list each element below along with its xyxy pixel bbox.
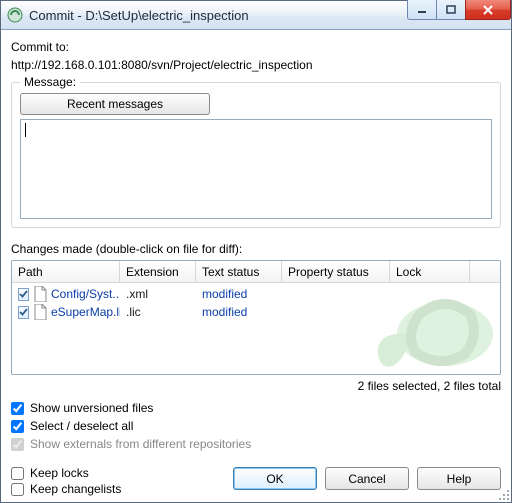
file-icon (33, 286, 47, 302)
text-caret (25, 123, 26, 137)
column-lock[interactable]: Lock (390, 261, 470, 282)
ok-button[interactable]: OK (233, 467, 317, 490)
row-checkbox[interactable] (18, 306, 29, 319)
message-textarea[interactable] (20, 119, 492, 219)
column-text-status[interactable]: Text status (196, 261, 282, 282)
row-ext: .xml (120, 287, 196, 301)
select-all-option[interactable]: Select / deselect all (11, 419, 501, 433)
show-unversioned-checkbox[interactable] (11, 402, 24, 415)
select-all-checkbox[interactable] (11, 420, 24, 433)
row-path: eSuperMap.lic (51, 305, 120, 319)
row-text-status: modified (196, 287, 282, 301)
select-all-label: Select / deselect all (30, 419, 133, 433)
column-path[interactable]: Path (12, 261, 120, 282)
window-buttons (408, 0, 511, 20)
selection-summary: 2 files selected, 2 files total (11, 379, 501, 393)
changes-label: Changes made (double-click on file for d… (11, 242, 501, 256)
listview-header: Path Extension Text status Property stat… (12, 261, 500, 283)
show-unversioned-option[interactable]: Show unversioned files (11, 401, 501, 415)
row-text-status: modified (196, 305, 282, 319)
table-row[interactable]: Config/Syst... .xml modified (12, 285, 500, 303)
listview-body: Config/Syst... .xml modified eSuperMap.l… (12, 283, 500, 323)
minimize-button[interactable] (407, 0, 437, 20)
window-title: Commit - D:\SetUp\electric_inspection (29, 8, 408, 23)
keep-locks-checkbox[interactable] (11, 467, 24, 480)
row-ext: .lic (120, 305, 196, 319)
show-externals-checkbox (11, 438, 24, 451)
maximize-button[interactable] (436, 0, 466, 20)
titlebar[interactable]: Commit - D:\SetUp\electric_inspection (1, 1, 511, 30)
keep-locks-label: Keep locks (30, 466, 89, 480)
commit-dialog: Commit - D:\SetUp\electric_inspection Co… (0, 0, 512, 503)
column-property-status[interactable]: Property status (282, 261, 390, 282)
show-externals-label: Show externals from different repositori… (30, 437, 251, 451)
message-label: Message: (20, 75, 80, 89)
recent-messages-label: Recent messages (67, 97, 163, 111)
cancel-label: Cancel (348, 472, 385, 486)
close-button[interactable] (465, 0, 511, 20)
help-button[interactable]: Help (417, 467, 501, 490)
help-label: Help (447, 472, 472, 486)
commit-to-label: Commit to: (11, 40, 501, 54)
file-listview[interactable]: Path Extension Text status Property stat… (11, 260, 501, 375)
table-row[interactable]: eSuperMap.lic .lic modified (12, 303, 500, 321)
app-icon (7, 7, 23, 23)
show-externals-option: Show externals from different repositori… (11, 437, 501, 451)
ok-label: OK (266, 472, 283, 486)
dialog-button-bar: OK Cancel Help (233, 461, 501, 498)
keep-changelists-label: Keep changelists (30, 482, 121, 496)
recent-messages-button[interactable]: Recent messages (20, 93, 210, 115)
file-icon (33, 304, 47, 320)
keep-changelists-option[interactable]: Keep changelists (11, 482, 233, 496)
column-extension[interactable]: Extension (120, 261, 196, 282)
row-checkbox[interactable] (18, 288, 29, 301)
client-area: Commit to: http://192.168.0.101:8080/svn… (1, 30, 511, 502)
keep-locks-option[interactable]: Keep locks (11, 466, 233, 480)
resize-grip[interactable] (495, 486, 509, 500)
cancel-button[interactable]: Cancel (325, 467, 409, 490)
row-path: Config/Syst... (51, 287, 120, 301)
commit-to-url: http://192.168.0.101:8080/svn/Project/el… (11, 58, 501, 72)
show-unversioned-label: Show unversioned files (30, 401, 153, 415)
keep-changelists-checkbox[interactable] (11, 483, 24, 496)
message-groupbox: Message: Recent messages (11, 82, 501, 228)
